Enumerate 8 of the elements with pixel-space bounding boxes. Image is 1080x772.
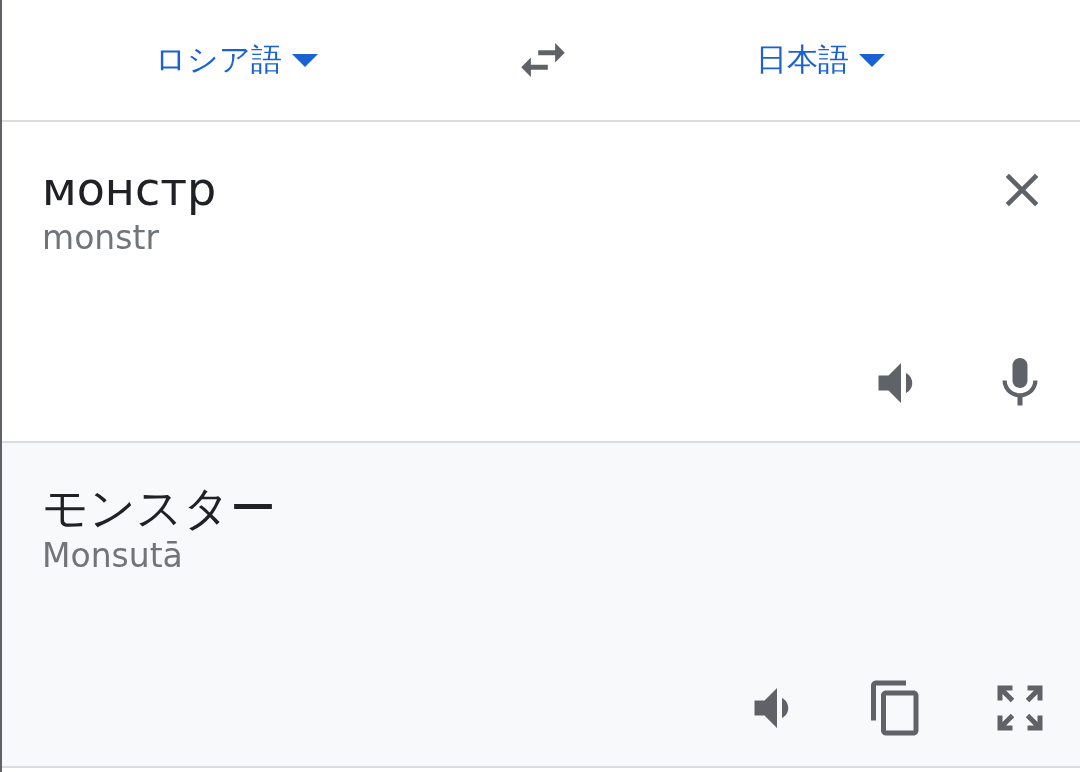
source-transliteration: monstr: [42, 218, 160, 258]
target-language-selector[interactable]: 日本語: [746, 33, 895, 87]
caret-icon: [291, 53, 318, 67]
source-text: монстр: [42, 162, 217, 218]
caret-icon: [859, 53, 885, 67]
source-language-selector[interactable]: ロシア語: [144, 33, 328, 87]
translated-text: モンスター: [42, 481, 276, 537]
translation-transliteration: Monsutā: [42, 536, 184, 576]
